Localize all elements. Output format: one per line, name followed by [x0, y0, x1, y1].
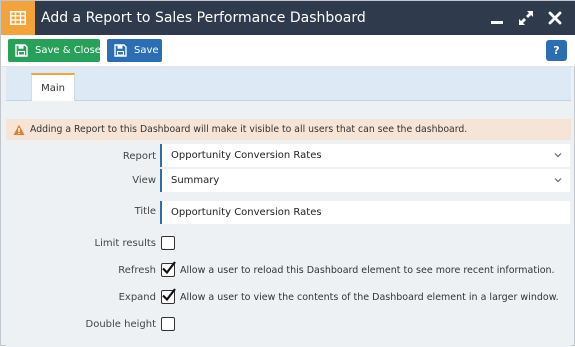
- report-value: Opportunity Conversion Rates: [171, 150, 322, 161]
- close-icon[interactable]: [546, 9, 564, 27]
- expand-description: Allow a user to view the contents of the…: [180, 292, 559, 303]
- report-select[interactable]: Opportunity Conversion Rates: [160, 144, 570, 167]
- warning-triangle-icon: [13, 124, 25, 136]
- title-label: Title: [134, 206, 156, 217]
- toolbar: Save & Close Save ?: [1, 35, 575, 67]
- floppy-disk-icon: [15, 44, 28, 57]
- warning-text: Adding a Report to this Dashboard will m…: [30, 124, 468, 135]
- save-button[interactable]: Save: [107, 39, 162, 62]
- warning-banner: Adding a Report to this Dashboard will m…: [6, 119, 571, 140]
- form-panel: Adding a Report to this Dashboard will m…: [6, 101, 571, 347]
- refresh-checkbox[interactable]: [161, 261, 176, 277]
- refresh-description: Allow a user to reload this Dashboard el…: [180, 265, 555, 276]
- view-value: Summary: [171, 175, 220, 186]
- title-value: Opportunity Conversion Rates: [171, 207, 322, 218]
- chevron-down-icon: [554, 153, 562, 158]
- chevron-down-icon: [554, 178, 562, 183]
- tab-main[interactable]: Main: [31, 73, 75, 101]
- minimize-icon[interactable]: [488, 9, 506, 27]
- checkmark-icon: [162, 261, 176, 275]
- floppy-disk-icon: [114, 44, 127, 57]
- save-and-close-label: Save & Close: [35, 45, 101, 56]
- table-grid-icon: [1, 1, 35, 35]
- title-bar: Add a Report to Sales Performance Dashbo…: [1, 1, 575, 35]
- save-and-close-button[interactable]: Save & Close: [8, 39, 101, 62]
- tab-strip: Main: [6, 67, 571, 101]
- limit-results-checkbox[interactable]: [161, 236, 175, 250]
- maximize-icon[interactable]: [517, 9, 535, 27]
- title-input[interactable]: Opportunity Conversion Rates: [160, 201, 570, 224]
- dialog-window: Add a Report to Sales Performance Dashbo…: [0, 0, 575, 347]
- help-button[interactable]: ?: [546, 40, 567, 61]
- double-height-checkbox[interactable]: [161, 317, 175, 331]
- checkmark-icon: [162, 288, 176, 302]
- save-label: Save: [134, 45, 159, 56]
- refresh-label: Refresh: [118, 265, 156, 276]
- expand-label: Expand: [118, 292, 156, 303]
- dialog-title: Add a Report to Sales Performance Dashbo…: [41, 10, 366, 26]
- report-label: Report: [122, 151, 156, 162]
- limit-results-label: Limit results: [94, 238, 156, 249]
- view-label: View: [132, 175, 156, 186]
- expand-checkbox[interactable]: [161, 288, 176, 304]
- view-select[interactable]: Summary: [160, 169, 570, 192]
- double-height-label: Double height: [85, 319, 157, 330]
